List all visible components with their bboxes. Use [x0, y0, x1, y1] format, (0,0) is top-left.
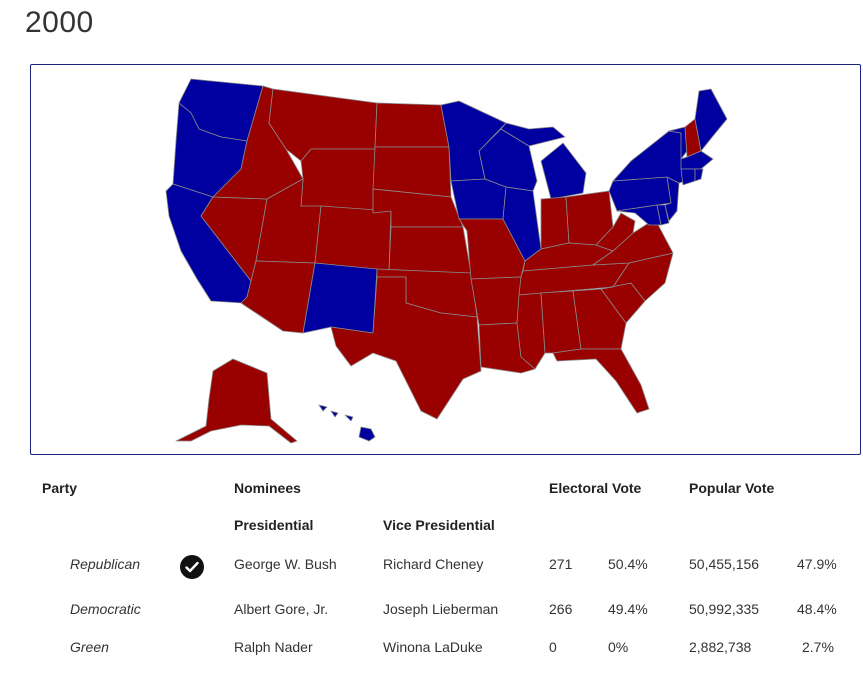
vice-name: Richard Cheney — [383, 556, 484, 572]
header-presidential: Presidential — [234, 517, 314, 533]
state-ri[interactable] — [694, 168, 704, 182]
popular-votes: 50,455,156 — [689, 556, 760, 572]
popular-votes: 50,992,335 — [689, 601, 760, 617]
state-co[interactable] — [314, 205, 392, 272]
state-ar[interactable] — [470, 276, 522, 326]
party-name: Democratic — [70, 601, 141, 617]
president-name: Ralph Nader — [234, 639, 313, 655]
state-in[interactable] — [540, 196, 570, 250]
popular-votes: 2,882,738 — [689, 639, 752, 655]
party-name: Republican — [70, 556, 141, 572]
header-nominees: Nominees — [234, 480, 301, 496]
state-mi[interactable] — [540, 142, 587, 200]
electoral-votes: 0 — [549, 639, 557, 655]
state-ia[interactable] — [450, 178, 507, 220]
page-title: 2000 — [25, 6, 94, 39]
popular-pct: 48.4% — [797, 601, 837, 617]
state-ak[interactable] — [175, 358, 298, 444]
party-name: Green — [70, 639, 109, 655]
popular-pct: 47.9% — [797, 556, 837, 572]
state-ms[interactable] — [516, 292, 546, 370]
state-nd[interactable] — [374, 102, 450, 148]
us-states-map — [165, 78, 728, 444]
popular-pct: 2.7% — [802, 639, 834, 655]
president-name: George W. Bush — [234, 556, 337, 572]
vice-name: Joseph Lieberman — [383, 601, 499, 617]
electoral-pct: 49.4% — [608, 601, 648, 617]
winner-check-icon — [180, 555, 204, 579]
header-party: Party — [42, 480, 78, 496]
electoral-votes: 266 — [549, 601, 573, 617]
header-electoral: Electoral Vote — [549, 480, 642, 496]
header-popular: Popular Vote — [689, 480, 775, 496]
state-wy[interactable] — [300, 148, 376, 214]
electoral-votes: 271 — [549, 556, 573, 572]
results-table: Party Nominees Electoral Vote Popular Vo… — [30, 470, 860, 670]
state-ma[interactable] — [680, 150, 714, 170]
electoral-pct: 50.4% — [608, 556, 648, 572]
state-sd[interactable] — [372, 146, 452, 198]
header-vice: Vice Presidential — [383, 517, 495, 533]
state-me[interactable] — [694, 88, 728, 152]
state-ks[interactable] — [388, 226, 472, 274]
vice-name: Winona LaDuke — [383, 639, 483, 655]
state-hi[interactable] — [318, 404, 376, 442]
president-name: Albert Gore, Jr. — [234, 601, 329, 617]
state-ct[interactable] — [680, 168, 696, 186]
state-fl[interactable] — [552, 348, 650, 414]
state-nm[interactable] — [302, 262, 378, 334]
electoral-pct: 0% — [608, 639, 629, 655]
electoral-map — [30, 64, 861, 455]
